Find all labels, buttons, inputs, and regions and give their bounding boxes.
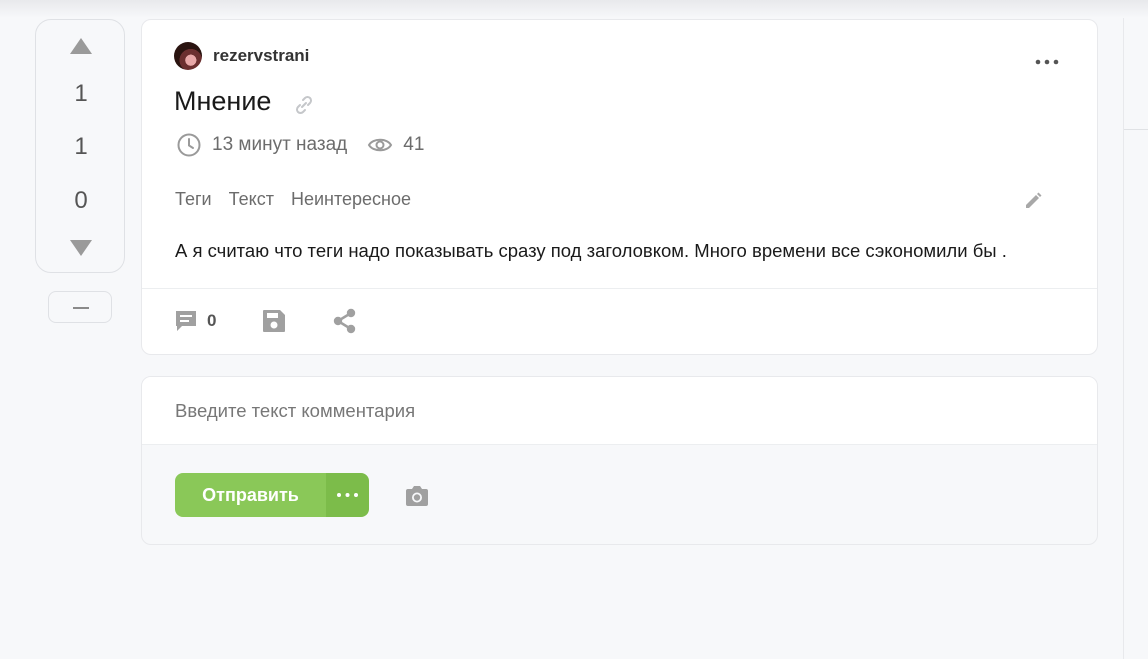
tag-item[interactable]: Неинтересное <box>291 189 411 210</box>
avatar[interactable] <box>174 42 202 70</box>
top-shadow <box>0 0 1148 18</box>
comment-input[interactable] <box>142 377 1097 445</box>
comments-count: 0 <box>207 311 217 330</box>
tag-item[interactable]: Текст <box>229 189 274 210</box>
right-sidebar <box>1123 18 1148 659</box>
send-button[interactable]: Отправить <box>175 473 326 517</box>
sidebar-divider <box>1124 129 1148 130</box>
more-dots-icon <box>337 493 358 497</box>
vote-panel: 1 1 0 <box>35 19 125 273</box>
story-title[interactable]: Мнение <box>174 86 271 117</box>
vote-pluses: 1 <box>74 133 88 160</box>
downvote-icon[interactable] <box>69 238 93 258</box>
story-views: 41 <box>403 134 425 155</box>
pencil-icon[interactable] <box>1022 190 1044 212</box>
comments-button[interactable]: 0 <box>174 308 216 334</box>
card-divider <box>142 288 1097 289</box>
floppy-disk-icon <box>263 310 286 332</box>
vote-rating: 1 <box>74 80 88 107</box>
comment-icon <box>176 311 196 331</box>
camera-icon[interactable] <box>404 484 430 508</box>
story-author[interactable]: rezervstrani <box>174 42 309 70</box>
upvote-icon[interactable] <box>69 36 93 56</box>
send-group: Отправить <box>175 473 369 517</box>
story-body: А я считаю что теги надо показывать сраз… <box>175 240 1007 261</box>
minus-icon <box>73 307 89 309</box>
story-card: rezervstrani Мнение 13 минут назад 41 Те… <box>141 19 1098 355</box>
tag-item[interactable]: Теги <box>175 189 212 210</box>
link-icon[interactable] <box>292 93 316 117</box>
share-button[interactable] <box>332 307 358 335</box>
author-name[interactable]: rezervstrani <box>213 46 309 66</box>
story-tags: Теги Текст Неинтересное <box>175 189 428 210</box>
story-meta: 13 минут назад 41 <box>176 132 424 158</box>
hide-story-button[interactable] <box>48 291 112 323</box>
story-time[interactable]: 13 минут назад <box>212 134 347 156</box>
save-button[interactable] <box>261 308 287 334</box>
clock-icon <box>177 133 201 157</box>
comment-form: Отправить <box>141 376 1098 545</box>
share-icon <box>334 308 356 334</box>
eye-icon <box>368 138 393 152</box>
vote-minuses: 0 <box>74 187 88 214</box>
more-dots-icon[interactable] <box>1032 52 1062 72</box>
send-options-button[interactable] <box>326 473 369 517</box>
story-actions: 0 <box>174 307 358 335</box>
